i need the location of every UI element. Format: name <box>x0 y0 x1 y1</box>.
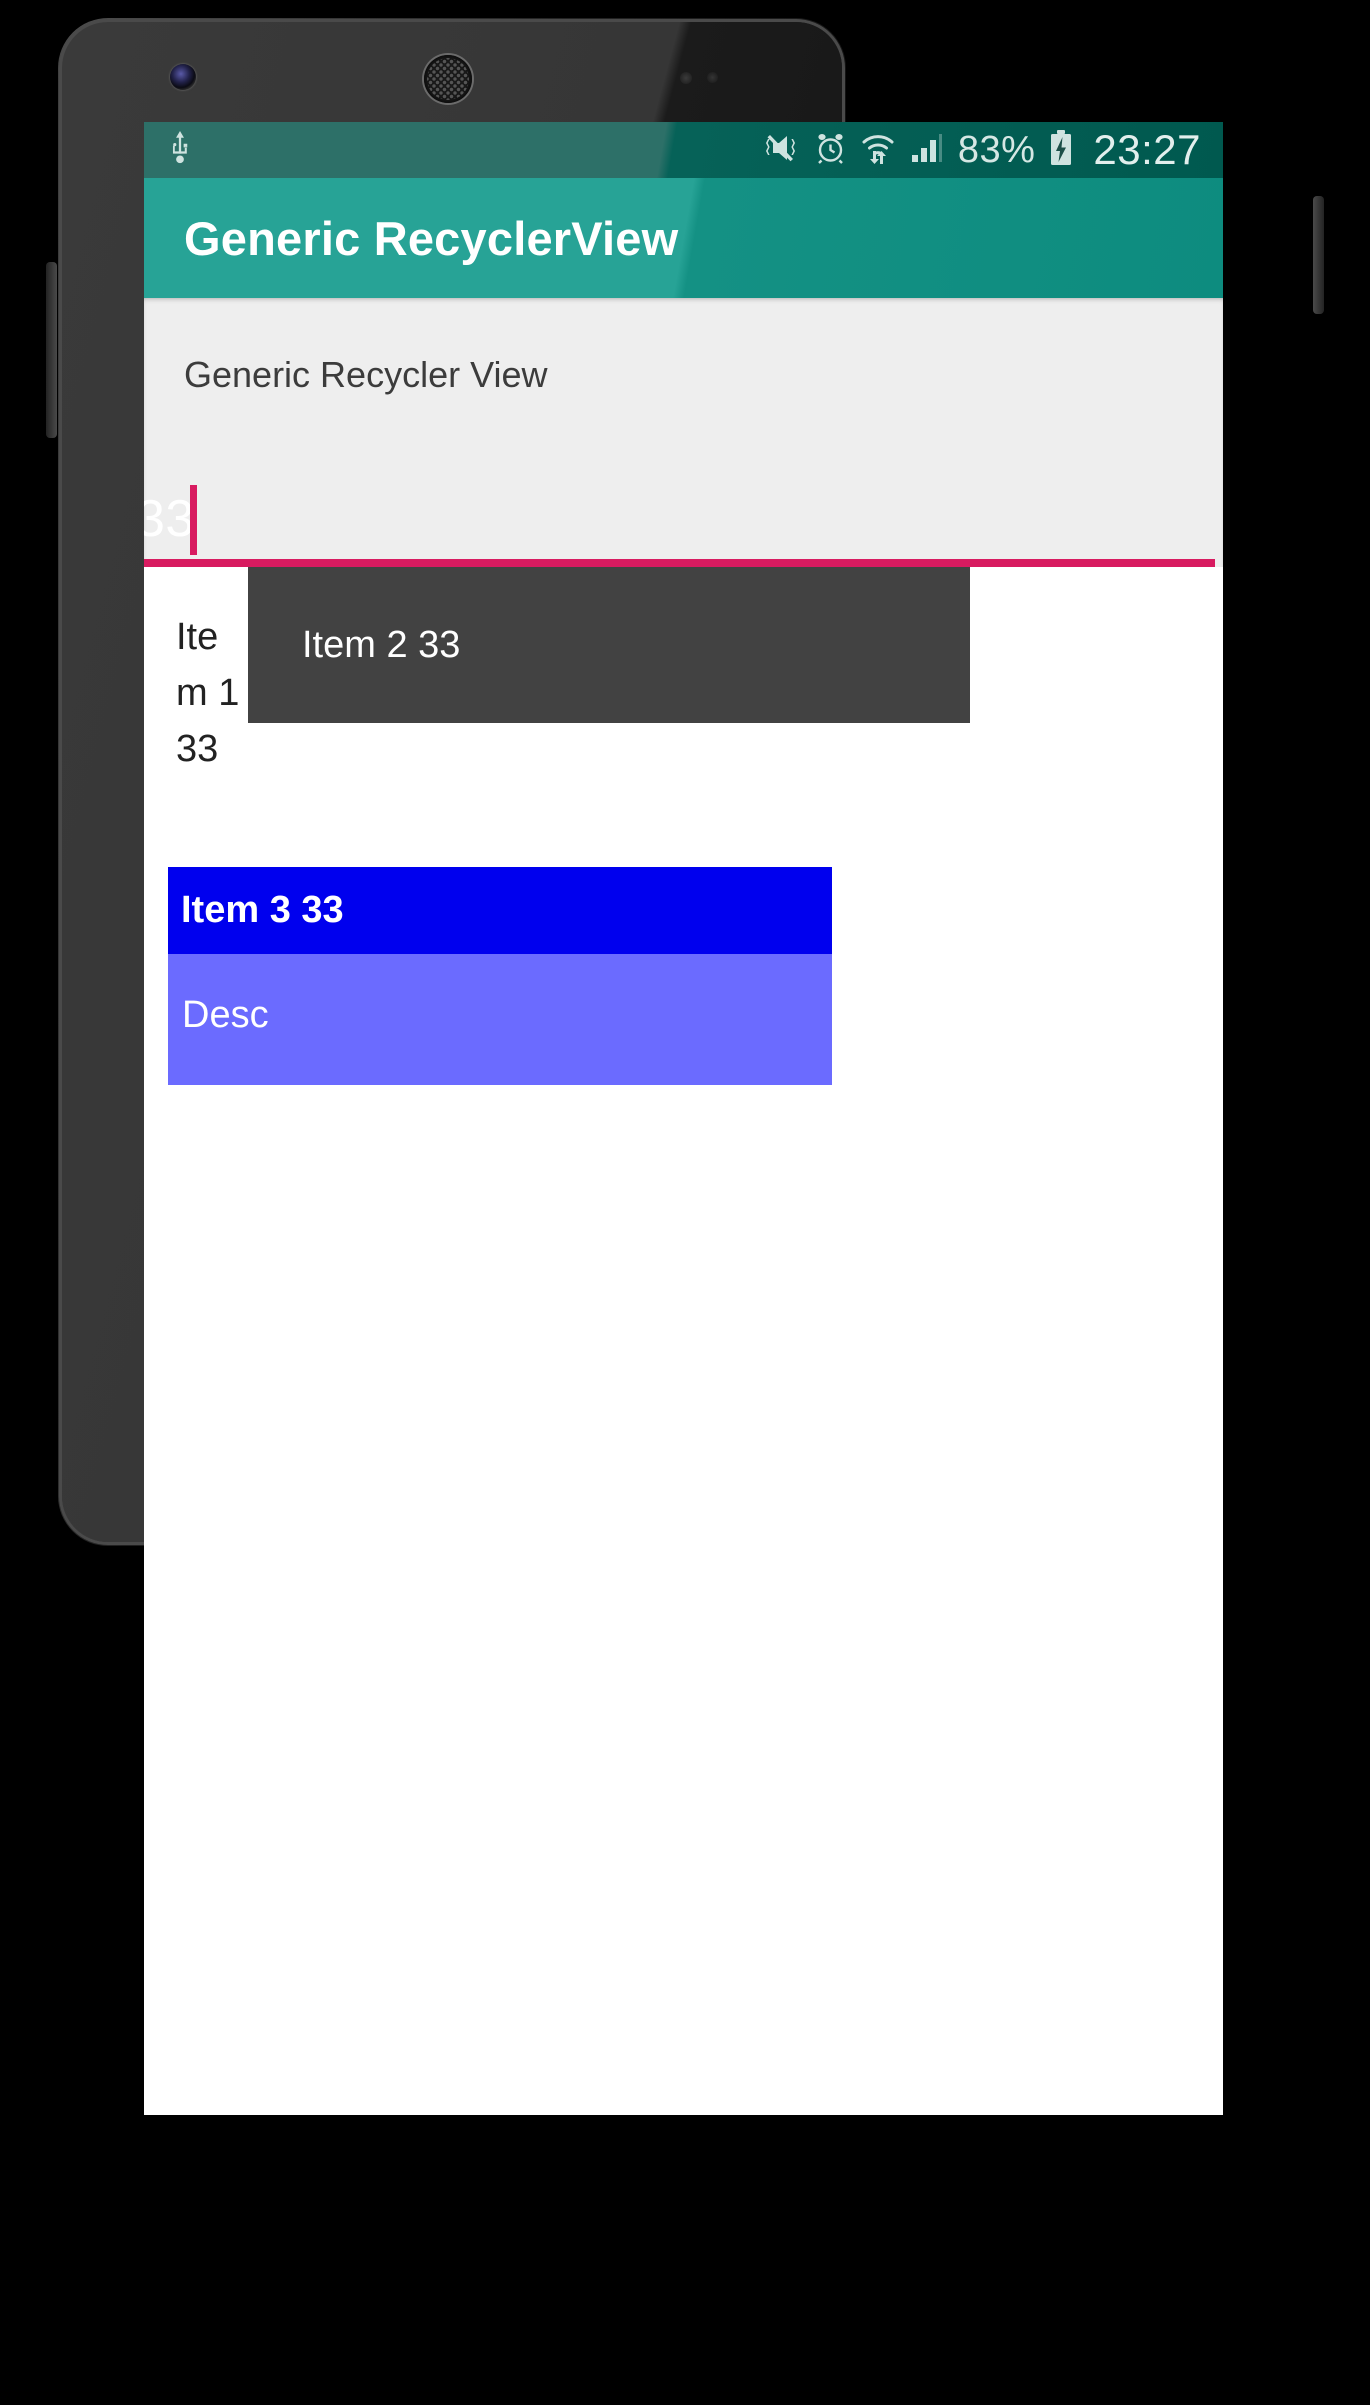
status-bar-right-icons: 83% 23:27 <box>761 129 1201 172</box>
list-item[interactable]: Item 3 33 Desc <box>168 867 832 1085</box>
status-bar-left-icons <box>166 130 194 170</box>
form-label-row: Generic Recycler View <box>144 298 1223 464</box>
battery-charging-icon <box>1048 129 1074 172</box>
alarm-clock-icon <box>814 131 847 170</box>
earpiece-speaker-icon <box>424 55 472 103</box>
header-label: Generic Recycler View <box>184 354 548 395</box>
number-input-value: 33 <box>144 490 195 548</box>
app-bar: Generic RecyclerView <box>144 178 1223 298</box>
power-button[interactable] <box>1313 196 1324 314</box>
volume-rocker-button[interactable] <box>46 262 57 438</box>
phone-screen: 83% 23:27 Generic RecyclerView Generic R… <box>144 122 1223 2115</box>
proximity-sensor-icon <box>680 72 692 84</box>
front-camera-icon <box>170 64 196 90</box>
battery-percent-label: 83% <box>957 129 1036 171</box>
list-item-title: Item 3 33 <box>168 867 832 954</box>
light-sensor-icon <box>707 72 718 83</box>
speaker-mesh <box>427 58 469 100</box>
page-title: Generic RecyclerView <box>184 211 679 265</box>
recycler-view[interactable]: Item 1 33 Item 2 33 Item 3 33 Desc <box>144 567 1223 1085</box>
volume-mute-vibrate-icon <box>761 131 801 170</box>
text-caret <box>190 485 197 555</box>
number-input-field[interactable]: 33 <box>144 464 1223 567</box>
usb-icon <box>166 130 194 170</box>
list-item[interactable]: Item 1 33 <box>144 567 248 777</box>
clock-label: 23:27 <box>1093 126 1201 173</box>
status-bar: 83% 23:27 <box>144 122 1223 178</box>
input-underline <box>144 559 1215 567</box>
cellular-signal-icon <box>909 132 945 169</box>
form-section: Generic Recycler View 33 <box>144 298 1223 567</box>
list-row-top: Item 1 33 Item 2 33 <box>144 567 1223 777</box>
list-item-description: Desc <box>168 954 832 1085</box>
wifi-data-transfer-icon <box>860 131 896 170</box>
list-item[interactable]: Item 2 33 <box>248 567 970 723</box>
